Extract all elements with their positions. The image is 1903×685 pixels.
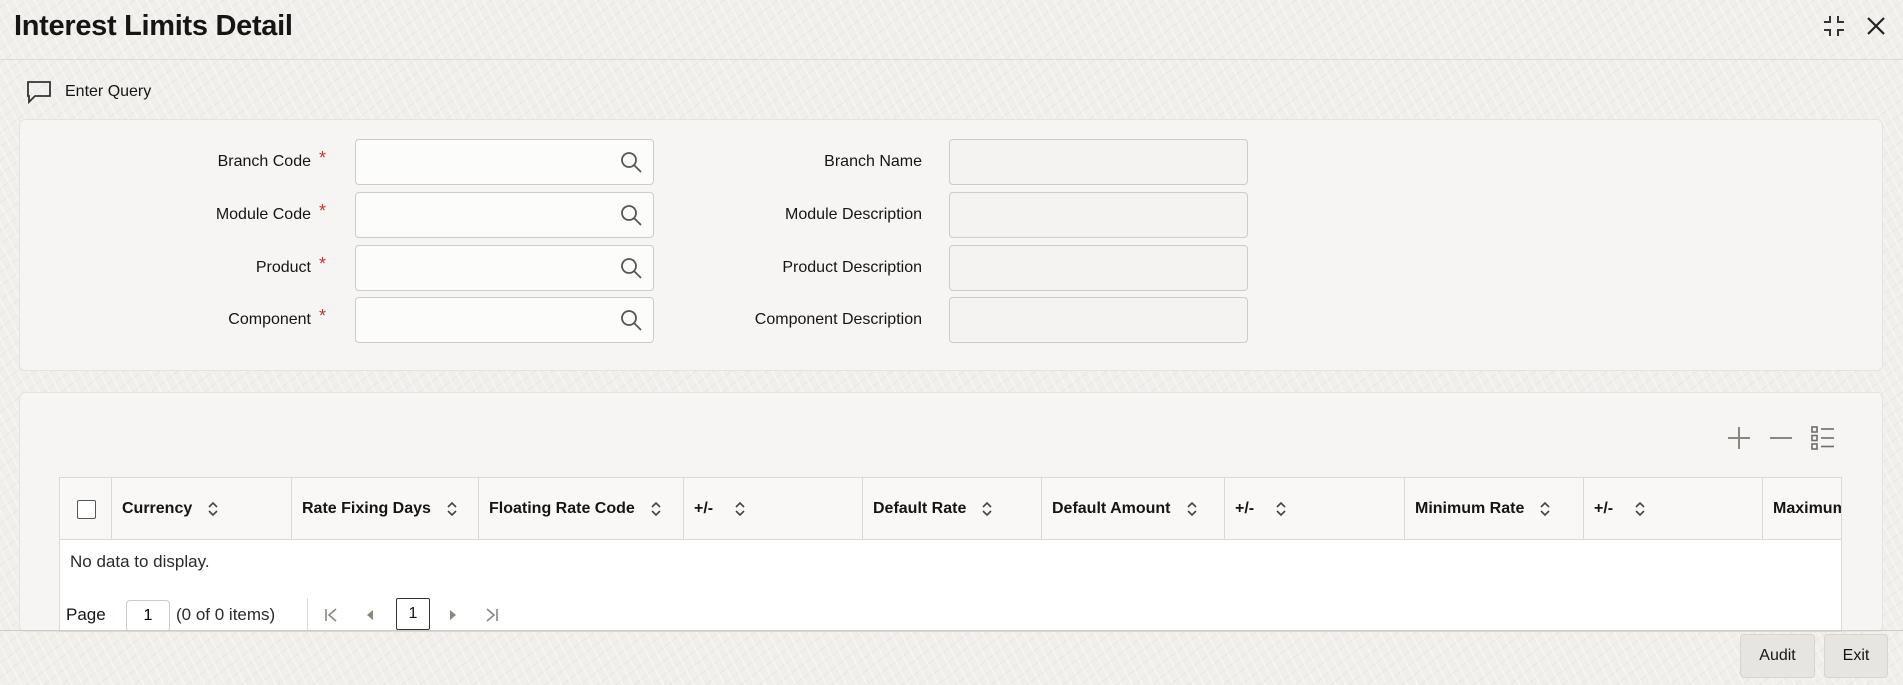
column-default-rate[interactable]: Default Rate <box>863 478 1042 539</box>
branch-code-input[interactable] <box>356 140 606 184</box>
search-icon[interactable] <box>619 150 643 174</box>
remove-icon[interactable] <box>1767 424 1795 452</box>
table-header: Currency Rate Fixing Days Floating Rate … <box>60 478 1842 540</box>
column-rate-fixing-days[interactable]: Rate Fixing Days <box>292 478 479 539</box>
sort-icon[interactable] <box>206 500 220 518</box>
component-label: Component <box>228 311 311 328</box>
enter-query-button[interactable]: Enter Query <box>26 80 151 104</box>
select-all-column <box>60 478 112 539</box>
product-field[interactable] <box>355 245 654 291</box>
sort-icon[interactable] <box>1633 500 1647 518</box>
product-description-field <box>949 245 1248 291</box>
footer-bar <box>0 630 1903 685</box>
sort-icon[interactable] <box>1538 500 1552 518</box>
product-label: Product <box>255 259 311 276</box>
module-code-input[interactable] <box>356 193 606 237</box>
module-code-field[interactable] <box>355 192 654 238</box>
branch-name-field <box>949 139 1248 185</box>
module-description-input <box>950 193 1247 237</box>
branch-code-field[interactable] <box>355 139 654 185</box>
next-page-icon[interactable] <box>444 606 462 624</box>
product-input[interactable] <box>356 246 606 290</box>
previous-page-icon[interactable] <box>361 606 379 624</box>
component-description-label: Component Description <box>754 311 922 328</box>
component-description-field <box>949 297 1248 343</box>
page-label: Page <box>66 605 106 624</box>
required-marker: * <box>319 148 327 168</box>
column-label: Default Amount <box>1052 499 1171 517</box>
collapse-icon[interactable] <box>1820 12 1848 40</box>
module-description-field <box>949 192 1248 238</box>
column-label: Maximum <box>1773 499 1842 517</box>
exit-button[interactable]: Exit <box>1824 634 1888 678</box>
pager-divider <box>307 598 308 630</box>
enter-query-label: Enter Query <box>65 83 152 100</box>
grid-actions <box>1711 424 1837 452</box>
column-maximum-rate[interactable]: Maximum <box>1763 478 1842 539</box>
column-currency[interactable]: Currency <box>112 478 292 539</box>
component-description-input <box>950 298 1247 342</box>
column-label: +/- <box>1235 499 1255 517</box>
required-marker: * <box>319 201 327 221</box>
product-description-input <box>950 246 1247 290</box>
sort-icon[interactable] <box>649 500 663 518</box>
branch-name-label: Branch Name <box>824 153 922 170</box>
column-label: Floating Rate Code <box>489 499 635 517</box>
column-label: Rate Fixing Days <box>302 499 431 517</box>
interest-limits-table: Currency Rate Fixing Days Floating Rate … <box>59 477 1842 632</box>
add-icon[interactable] <box>1725 424 1753 452</box>
required-marker: * <box>319 254 327 274</box>
sort-icon[interactable] <box>733 500 747 518</box>
column-label: Default Rate <box>873 499 967 517</box>
current-page-button[interactable]: 1 <box>396 598 430 630</box>
column-default-amount[interactable]: Default Amount <box>1042 478 1225 539</box>
column-spread-2[interactable]: +/- <box>1225 478 1405 539</box>
close-icon[interactable] <box>1862 12 1890 40</box>
search-icon[interactable] <box>619 308 643 332</box>
first-page-icon[interactable] <box>322 606 340 624</box>
sort-icon[interactable] <box>980 500 994 518</box>
product-description-label: Product Description <box>782 259 922 276</box>
search-icon[interactable] <box>619 203 643 227</box>
column-spread-3[interactable]: +/- <box>1584 478 1763 539</box>
sort-icon[interactable] <box>1185 500 1199 518</box>
required-marker: * <box>319 306 327 326</box>
audit-button[interactable]: Audit <box>1740 634 1815 678</box>
branch-name-input <box>950 140 1247 184</box>
list-view-icon[interactable] <box>1809 424 1837 452</box>
module-code-label: Module Code <box>215 206 311 223</box>
search-icon[interactable] <box>619 256 643 280</box>
column-floating-rate-code[interactable]: Floating Rate Code <box>479 478 684 539</box>
column-minimum-rate[interactable]: Minimum Rate <box>1405 478 1584 539</box>
last-page-icon[interactable] <box>483 606 501 624</box>
pagination: Page (0 of 0 items) 1 <box>60 596 660 631</box>
column-label: Currency <box>122 499 193 517</box>
module-description-label: Module Description <box>785 206 922 223</box>
component-field[interactable] <box>355 297 654 343</box>
column-label: Minimum Rate <box>1415 499 1525 517</box>
sort-icon[interactable] <box>445 500 459 518</box>
column-spread-1[interactable]: +/- <box>684 478 863 539</box>
page-number-input[interactable] <box>126 600 170 631</box>
chat-bubble-icon <box>27 81 51 104</box>
column-label: +/- <box>694 499 714 517</box>
items-info: (0 of 0 items) <box>176 605 276 624</box>
branch-code-label: Branch Code <box>217 153 311 170</box>
window-header: Interest Limits Detail <box>0 0 1903 60</box>
sort-icon[interactable] <box>1274 500 1288 518</box>
select-all-checkbox[interactable] <box>77 500 96 519</box>
page-title: Interest Limits Detail <box>14 10 293 42</box>
component-input[interactable] <box>356 298 606 342</box>
empty-message: No data to display. <box>70 552 210 571</box>
column-label: +/- <box>1594 499 1614 517</box>
